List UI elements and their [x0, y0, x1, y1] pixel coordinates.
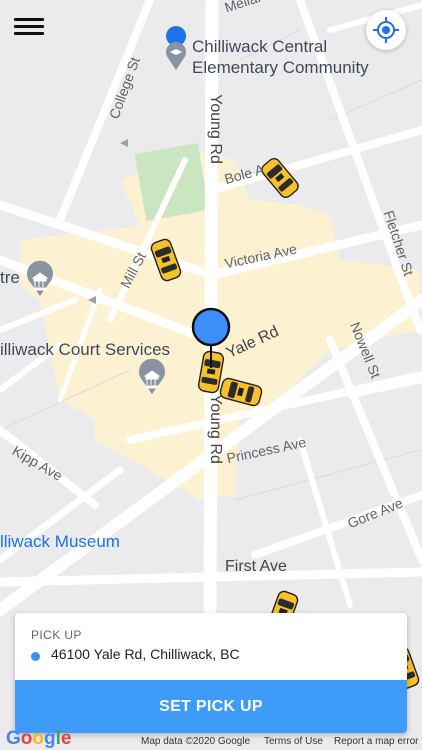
my-location-button[interactable] [366, 10, 406, 50]
street-label: First Ave [225, 558, 287, 575]
place-label: tre [0, 268, 20, 287]
menu-button[interactable] [14, 14, 44, 38]
street-label: Young Rd [206, 94, 224, 164]
pickup-title: PICK UP [31, 628, 82, 642]
my-location-icon [373, 17, 399, 43]
terms-link[interactable]: Terms of Use [264, 736, 323, 747]
museum-label[interactable]: lliwack Museum [0, 532, 120, 552]
place-label: illiwack Court Services [0, 340, 171, 359]
google-logo: Google [6, 728, 72, 749]
street-label: Young Rd [206, 394, 224, 464]
set-pickup-button[interactable]: SET PICK UP [15, 680, 407, 733]
pickup-dot-icon [31, 652, 40, 661]
pickup-card: PICK UP 46100 Yale Rd, Chilliwack, BC SE… [15, 613, 407, 733]
pickup-address[interactable]: 46100 Yale Rd, Chilliwack, BC [51, 646, 240, 662]
map-data-attribution: Map data ©2020 Google [141, 736, 251, 747]
hamburger-menu-icon [14, 18, 44, 21]
report-error-link[interactable]: Report a map error [334, 736, 418, 747]
